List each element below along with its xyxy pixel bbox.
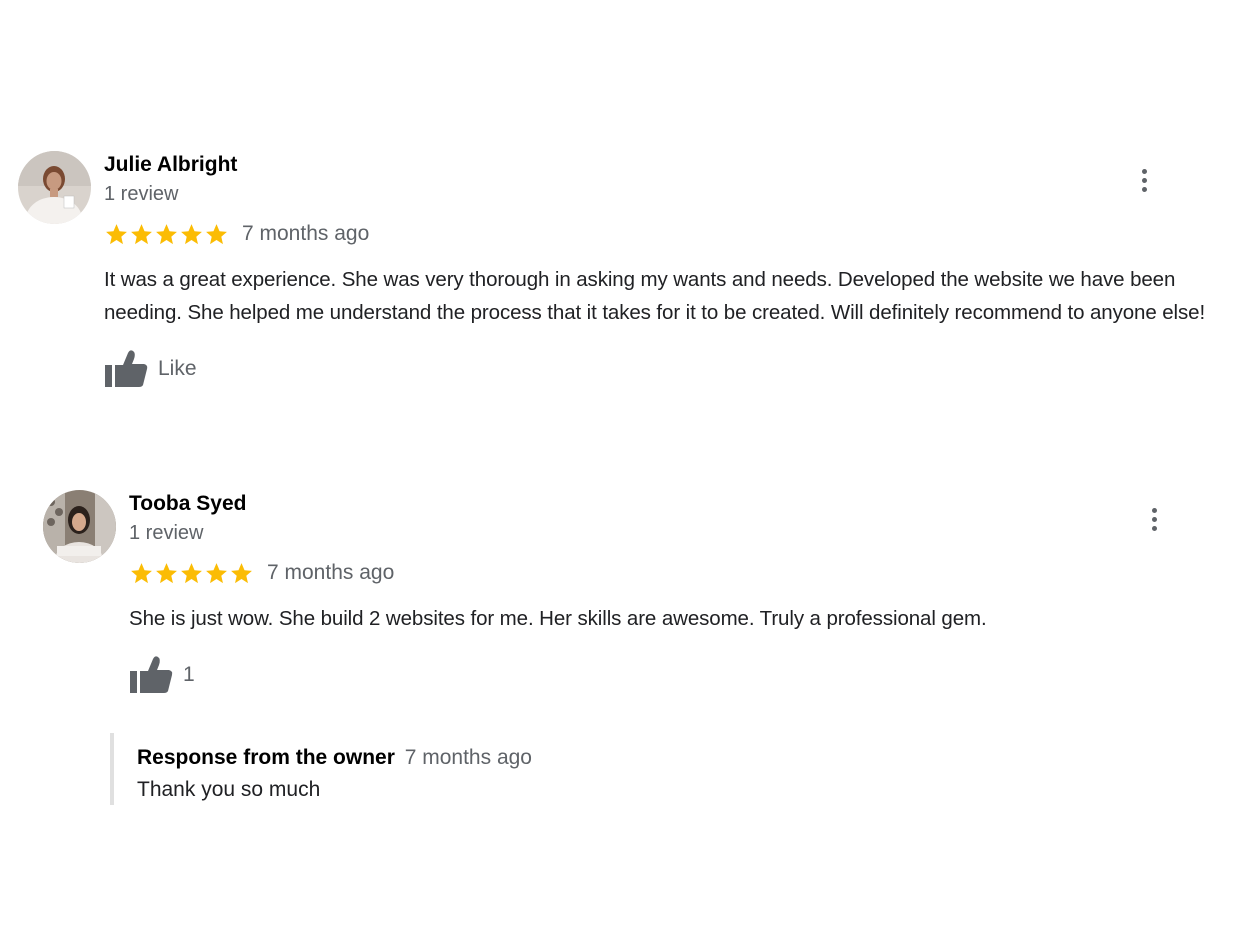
avatar[interactable] [43, 490, 116, 563]
review-content: Julie Albright 1 review 7 months ago It … [104, 151, 1214, 389]
more-vert-icon[interactable] [1142, 499, 1166, 539]
star-icon [206, 223, 227, 244]
owner-response-text: Thank you so much [137, 778, 321, 801]
reviewer-name[interactable]: Julie Albright [104, 151, 1214, 179]
review-text: It was a great experience. She was very … [104, 268, 1206, 324]
star-rating [104, 222, 229, 247]
owner-response: Response from the owner 7 months ago Tha… [110, 733, 837, 805]
thumbs-up-icon [105, 350, 148, 387]
owner-response-header: Response from the owner 7 months ago [137, 743, 837, 773]
like-button[interactable]: 1 [129, 655, 1189, 695]
review-content: Tooba Syed 1 review 7 months ago She is … [129, 490, 1189, 695]
like-label: Like [158, 357, 197, 380]
owner-response-label: Response from the owner [137, 746, 395, 769]
like-button[interactable]: Like [104, 349, 1214, 389]
star-icon [181, 223, 202, 244]
star-icon [106, 223, 127, 244]
review-text: She is just wow. She build 2 websites fo… [129, 607, 987, 630]
review-time: 7 months ago [267, 561, 395, 584]
thumbs-up-icon [130, 656, 173, 693]
avatar[interactable] [18, 151, 91, 224]
star-icon [131, 223, 152, 244]
star-icon [156, 562, 177, 583]
star-icon [231, 562, 252, 583]
owner-response-time: 7 months ago [404, 746, 532, 769]
like-count: 1 [183, 663, 195, 686]
review-count: 1 review [104, 183, 179, 205]
reviewer-name[interactable]: Tooba Syed [129, 490, 1189, 518]
more-vert-icon[interactable] [1132, 160, 1156, 200]
review-time: 7 months ago [242, 222, 370, 245]
review-count: 1 review [129, 522, 204, 544]
star-rating [129, 561, 254, 586]
star-icon [181, 562, 202, 583]
rating-row: 7 months ago [129, 557, 1189, 589]
rating-row: 7 months ago [104, 218, 1214, 250]
star-icon [131, 562, 152, 583]
star-icon [156, 223, 177, 244]
star-icon [206, 562, 227, 583]
